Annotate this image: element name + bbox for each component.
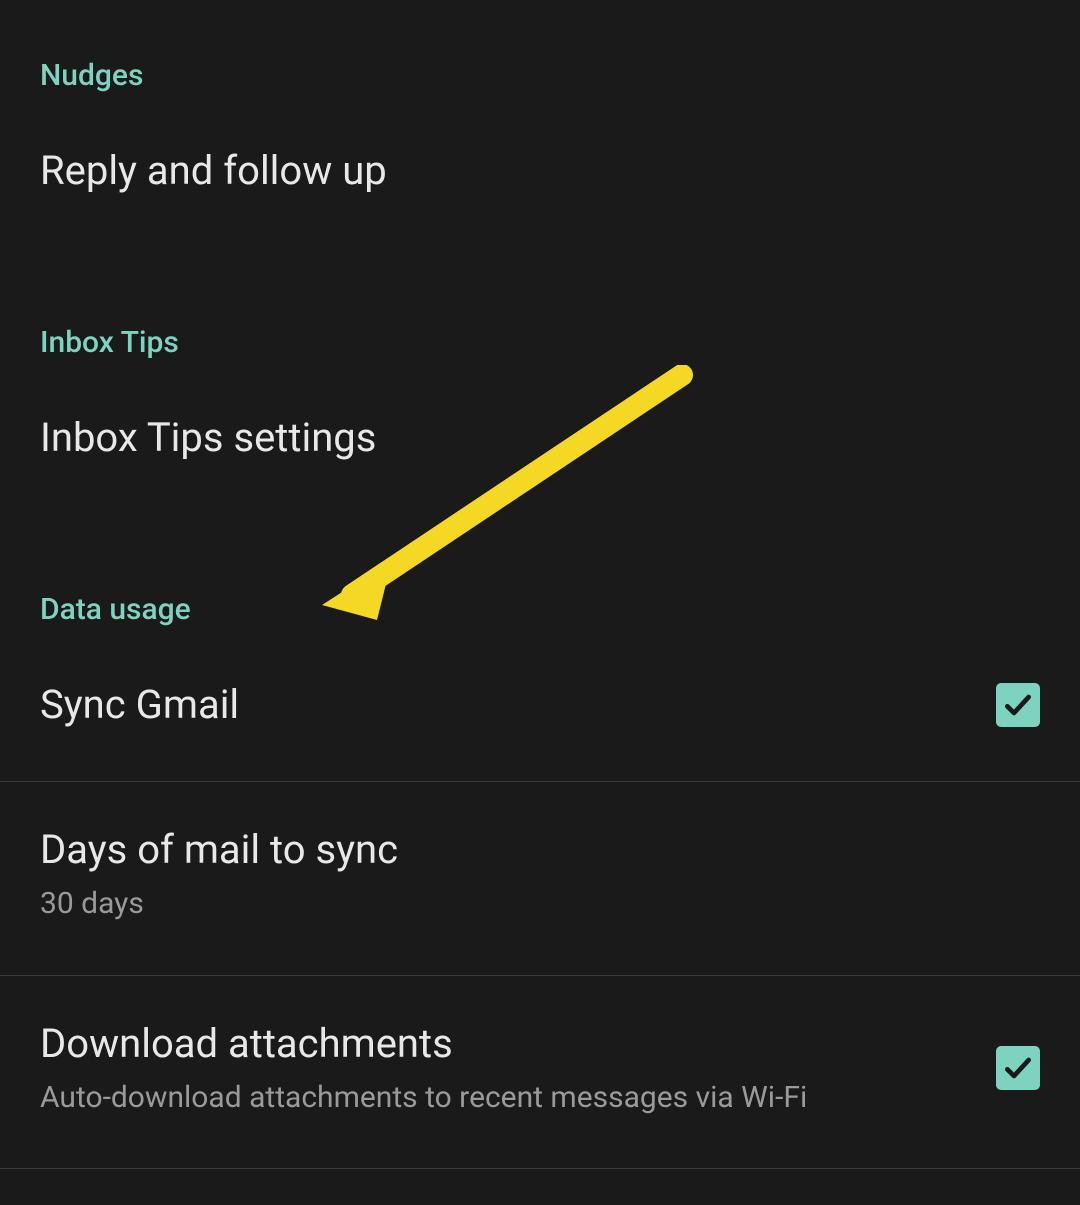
nudges-section-header: Nudges: [0, 0, 1080, 93]
days-sync-item[interactable]: Days of mail to sync 30 days: [0, 782, 1080, 975]
checkmark-icon: [1002, 689, 1034, 721]
reply-follow-up-item[interactable]: Reply and follow up: [0, 145, 1080, 197]
download-attachments-checkbox[interactable]: [996, 1046, 1040, 1090]
download-attachments-item[interactable]: Download attachments Auto-download attac…: [0, 976, 1080, 1169]
data-usage-section-header: Data usage: [0, 592, 1080, 627]
download-attachments-title: Download attachments: [40, 1018, 966, 1070]
annotation-arrow-icon: [322, 365, 702, 625]
sync-gmail-title: Sync Gmail: [40, 679, 966, 731]
reply-follow-up-title: Reply and follow up: [40, 145, 1040, 197]
inbox-tips-settings-item[interactable]: Inbox Tips settings: [0, 412, 1080, 464]
days-sync-subtitle: 30 days: [40, 884, 1040, 925]
download-attachments-subtitle: Auto-download attachments to recent mess…: [40, 1078, 966, 1119]
inbox-tips-settings-title: Inbox Tips settings: [40, 412, 1040, 464]
sync-gmail-item[interactable]: Sync Gmail: [0, 679, 1080, 781]
inbox-tips-section-header: Inbox Tips: [0, 325, 1080, 360]
days-sync-title: Days of mail to sync: [40, 824, 1040, 876]
sync-gmail-checkbox[interactable]: [996, 683, 1040, 727]
checkmark-icon: [1002, 1052, 1034, 1084]
divider: [0, 1168, 1080, 1169]
